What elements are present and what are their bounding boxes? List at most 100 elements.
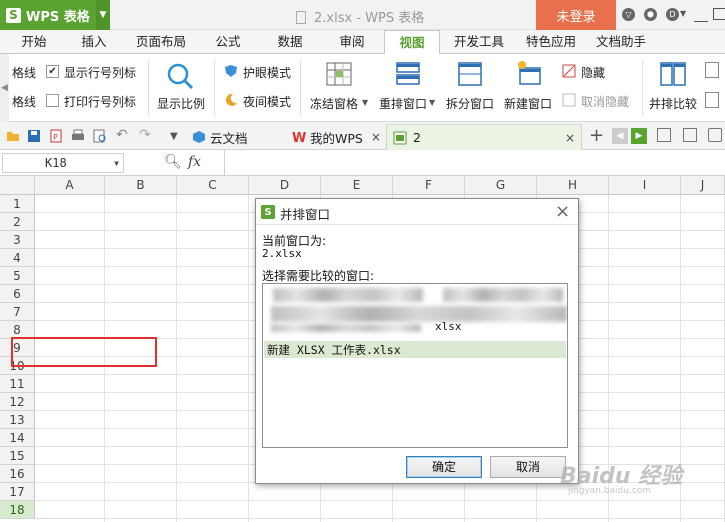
tab-view[interactable]: 视图 <box>384 30 440 55</box>
column-header[interactable]: B <box>105 176 177 195</box>
row-header[interactable]: 16 <box>0 465 35 483</box>
rearrange-dropdown-icon: ▼ <box>429 98 436 107</box>
skin-icon[interactable]: ▽ <box>622 8 635 21</box>
row-header[interactable]: 17 <box>0 483 35 501</box>
row-header[interactable]: 13 <box>0 411 35 429</box>
new-window-label: 新建窗口 <box>504 97 553 111</box>
chat-icon[interactable] <box>708 128 722 142</box>
grid-row-line <box>35 518 725 519</box>
blurred-list-item[interactable] <box>273 288 423 302</box>
redo-icon[interactable]: ↷ <box>139 127 151 143</box>
name-box-dropdown-icon[interactable]: ▼ <box>114 155 119 173</box>
row-header[interactable]: 7 <box>0 303 35 321</box>
doc-tab-current[interactable]: 2 × <box>386 124 582 150</box>
sync-scroll-icon[interactable] <box>705 62 719 78</box>
insert-function-icon[interactable]: fx <box>188 154 201 170</box>
column-header[interactable]: F <box>393 176 465 195</box>
undo-icon[interactable]: ↶ <box>116 127 128 143</box>
row-header[interactable]: 5 <box>0 267 35 285</box>
gridlines-label[interactable]: 格线 <box>12 64 36 81</box>
close-tab-icon[interactable]: × <box>565 131 575 145</box>
dialog-close-icon[interactable]: × <box>555 201 570 222</box>
row-header[interactable]: 15 <box>0 447 35 465</box>
ribbon-scroll-left-icon[interactable]: ◀ <box>0 54 9 122</box>
show-headers-label[interactable]: 显示行号列标 <box>64 64 136 81</box>
blurred-list-item[interactable] <box>443 288 563 302</box>
grid-row-line <box>35 500 725 501</box>
tab-special[interactable]: 特色应用 <box>520 30 582 54</box>
open-folder-icon[interactable] <box>6 129 20 143</box>
row-header[interactable]: 1 <box>0 195 35 213</box>
row-header[interactable]: 2 <box>0 213 35 231</box>
row-header[interactable]: 4 <box>0 249 35 267</box>
export-pdf-icon[interactable]: P <box>49 129 63 143</box>
close-tab-icon[interactable]: × <box>371 130 381 144</box>
cancel-button[interactable]: 取消 <box>490 456 566 478</box>
side-by-side-icon <box>660 62 686 86</box>
row-header[interactable]: 12 <box>0 393 35 411</box>
window-mode-icon[interactable] <box>683 128 697 142</box>
doc-tab-my-wps[interactable]: W 我的WPS × <box>292 124 381 150</box>
tab-developer[interactable]: 开发工具 <box>448 30 510 54</box>
new-window-icon <box>518 61 541 85</box>
split-window-icon <box>458 62 482 86</box>
column-header[interactable]: I <box>609 176 681 195</box>
tab-home[interactable]: 开始 <box>12 30 56 54</box>
save-icon[interactable] <box>27 129 41 143</box>
row-header[interactable]: 6 <box>0 285 35 303</box>
ok-button[interactable]: 确定 <box>406 456 482 478</box>
feedback-icon[interactable]: D <box>666 8 679 21</box>
zoom-search-icon[interactable]: 🔍︎ <box>164 154 182 170</box>
freeze-panes-label: 冻结窗格 <box>310 97 359 111</box>
dialog-titlebar[interactable]: S 并排窗口 × <box>256 199 578 225</box>
tab-review[interactable]: 审阅 <box>330 30 374 54</box>
tab-doc-assistant[interactable]: 文档助手 <box>590 30 652 54</box>
app-menu-dropdown-icon[interactable]: ▼ <box>96 0 110 30</box>
column-header[interactable]: E <box>321 176 393 195</box>
doc-tab-cloud[interactable]: 云文档 <box>192 124 248 150</box>
maximize-icon[interactable] <box>713 8 725 20</box>
row-header[interactable]: 14 <box>0 429 35 447</box>
tab-list-icon[interactable] <box>657 128 671 142</box>
blurred-list-item[interactable] <box>271 324 421 332</box>
print-icon[interactable] <box>71 129 85 143</box>
list-item-selected[interactable]: 新建 XLSX 工作表.xlsx <box>264 341 566 358</box>
scroll-tabs-left-icon[interactable]: ◀ <box>612 128 628 144</box>
blurred-list-item[interactable] <box>271 306 567 322</box>
column-header[interactable]: G <box>465 176 537 195</box>
tab-page-layout[interactable]: 页面布局 <box>130 30 192 54</box>
app-menu-button[interactable]: S WPS 表格 <box>0 0 96 30</box>
tab-formulas[interactable]: 公式 <box>206 30 250 54</box>
print-headers-checkbox[interactable] <box>46 94 59 107</box>
customize-dropdown-icon[interactable]: ▼ <box>170 131 178 142</box>
column-header[interactable]: A <box>35 176 105 195</box>
app-name: WPS 表格 <box>26 9 90 25</box>
login-button[interactable]: 未登录 <box>536 0 616 30</box>
print-preview-icon[interactable] <box>93 129 107 143</box>
column-header[interactable]: H <box>537 176 609 195</box>
row-header[interactable]: 18 <box>0 501 35 519</box>
tab-insert[interactable]: 插入 <box>72 30 116 54</box>
feedback-dropdown-icon[interactable]: ▼ <box>680 9 686 18</box>
column-header[interactable]: C <box>177 176 249 195</box>
show-headers-checkbox[interactable]: ✔ <box>46 65 59 78</box>
new-tab-icon[interactable]: + <box>589 125 604 146</box>
name-box[interactable]: K18 ▼ <box>2 153 124 173</box>
zoom-label: 显示比例 <box>157 97 206 111</box>
hide-icon <box>562 64 576 78</box>
tab-data[interactable]: 数据 <box>268 30 312 54</box>
settings-icon[interactable]: ⬢ <box>644 8 657 21</box>
print-headers-label[interactable]: 打印行号列标 <box>64 93 136 110</box>
formula-input[interactable] <box>224 150 725 175</box>
column-header[interactable]: D <box>249 176 321 195</box>
column-header[interactable]: J <box>681 176 725 195</box>
reset-position-icon[interactable] <box>705 92 719 108</box>
row-header[interactable]: 11 <box>0 375 35 393</box>
print-gridlines-label[interactable]: 格线 <box>12 93 36 110</box>
scroll-tabs-right-icon[interactable]: ▶ <box>631 128 647 144</box>
window-list[interactable]: xlsx 新建 XLSX 工作表.xlsx <box>262 283 568 448</box>
select-all-corner[interactable] <box>0 176 35 195</box>
cube-icon <box>193 131 205 143</box>
minimize-icon[interactable] <box>694 6 708 22</box>
row-header[interactable]: 3 <box>0 231 35 249</box>
